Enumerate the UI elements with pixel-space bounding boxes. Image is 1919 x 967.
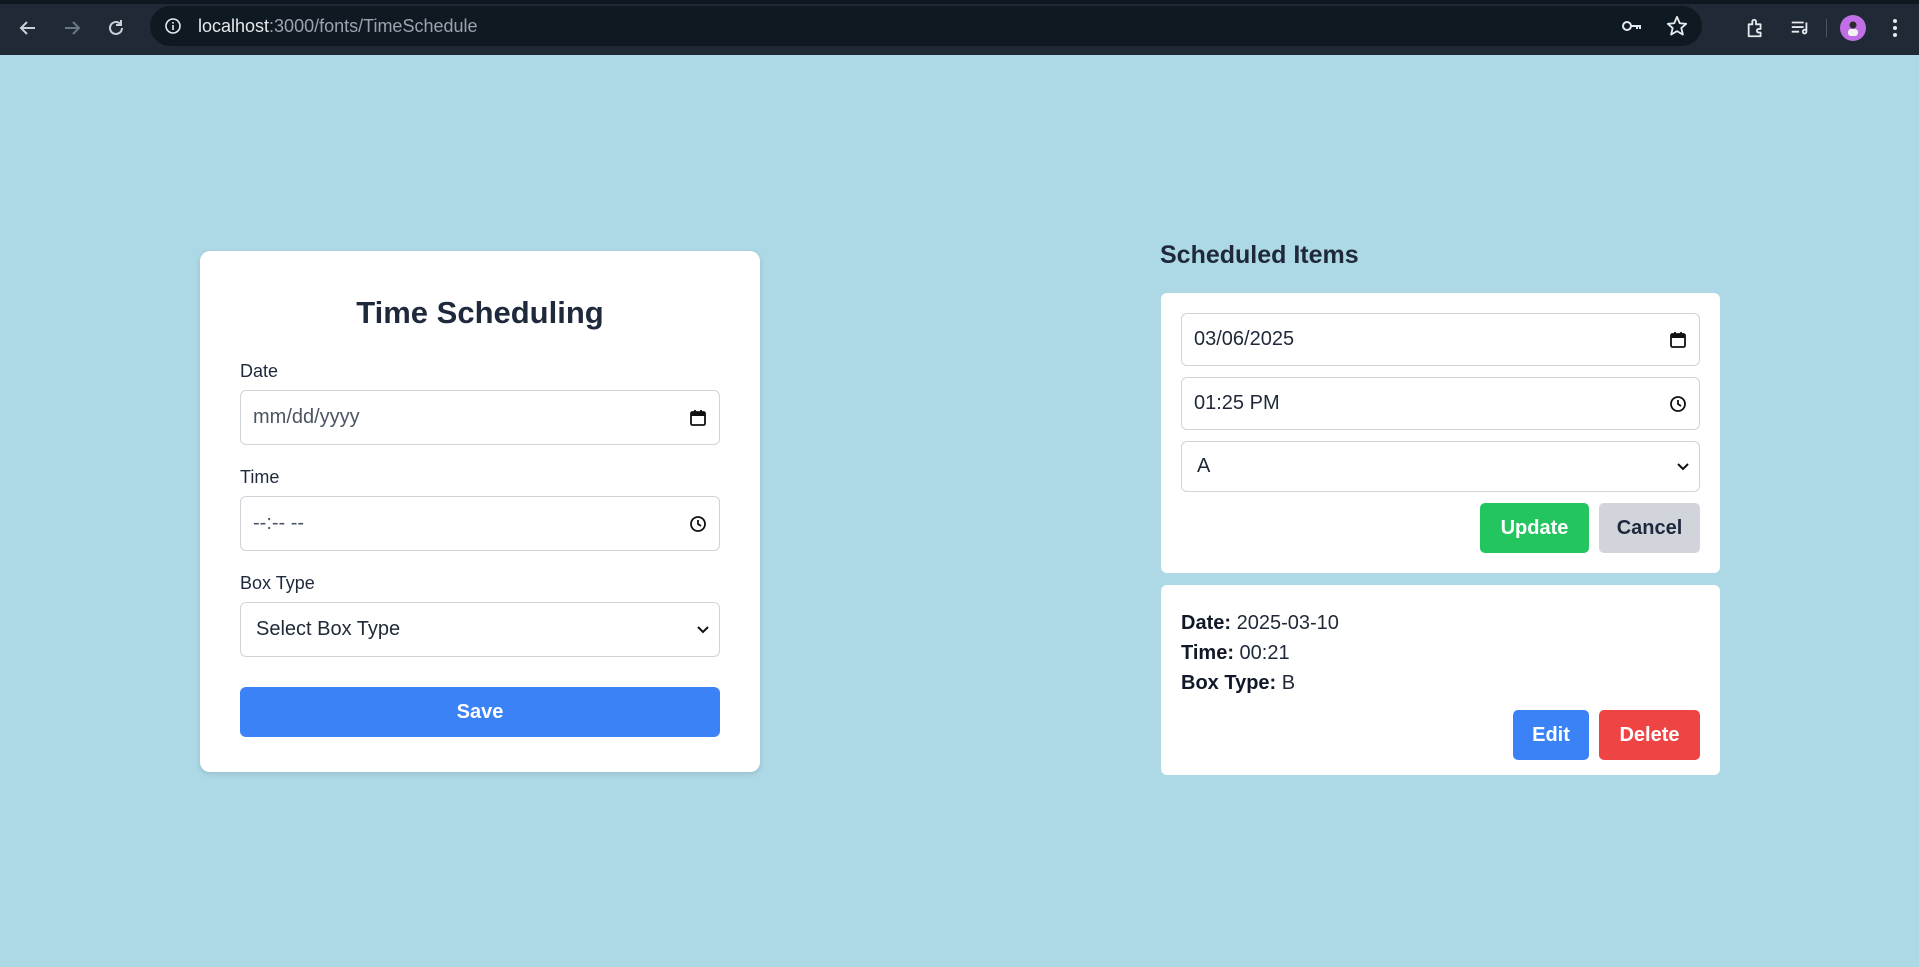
box-type-select[interactable]: Select Box Type — [240, 602, 720, 657]
time-input-value: --:-- -- — [253, 512, 305, 534]
item-date: Date: 2025-03-10 — [1181, 608, 1700, 638]
bookmark-star-icon[interactable] — [1666, 15, 1688, 37]
chevron-down-icon — [697, 625, 709, 634]
item-date-value: 2025-03-10 — [1236, 612, 1339, 634]
item-time-label: Time: — [1181, 642, 1234, 664]
menu-icon[interactable] — [1875, 6, 1915, 50]
extensions-icon[interactable] — [1734, 6, 1778, 50]
item-box-type-value: B — [1281, 672, 1296, 694]
item-box-type-label: Box Type: — [1181, 672, 1277, 694]
url-text: localhost:3000/fonts/TimeSchedule — [198, 16, 478, 37]
url-path: :3000/fonts/TimeSchedule — [269, 15, 478, 36]
item-time: Time: 00:21 — [1181, 638, 1700, 668]
back-icon[interactable] — [6, 6, 50, 50]
edit-time-value: 01:25 PM — [1194, 392, 1280, 414]
edit-box-type-value: A — [1197, 455, 1211, 477]
window-top-edge — [0, 0, 1919, 4]
item-actions: Edit Delete — [1181, 710, 1700, 760]
form-title: Time Scheduling — [356, 295, 604, 330]
toolbar-separator — [1826, 18, 1827, 37]
box-type-select-value: Select Box Type — [256, 618, 401, 640]
profile-avatar[interactable] — [1831, 6, 1875, 50]
edit-date-value: 03/06/2025 — [1194, 328, 1295, 350]
edit-date-input[interactable]: 03/06/2025 — [1181, 313, 1700, 366]
save-button[interactable]: Save — [240, 687, 720, 737]
item-box-type: Box Type: B — [1181, 668, 1700, 698]
date-label: Date — [240, 361, 279, 381]
forward-icon[interactable] — [50, 6, 94, 50]
cancel-button[interactable]: Cancel — [1599, 503, 1700, 553]
edit-box-type-select[interactable]: A — [1181, 441, 1700, 492]
edit-time-input[interactable]: 01:25 PM — [1181, 377, 1700, 430]
clock-icon[interactable] — [1669, 395, 1687, 413]
reload-icon[interactable] — [94, 6, 138, 50]
password-key-icon[interactable] — [1620, 14, 1644, 38]
avatar-icon — [1840, 14, 1866, 41]
browser-toolbar: localhost:3000/fonts/TimeSchedule — [0, 0, 1919, 55]
address-bar[interactable]: localhost:3000/fonts/TimeSchedule — [150, 6, 1702, 46]
time-input[interactable]: --:-- -- — [240, 496, 720, 551]
calendar-icon[interactable] — [1669, 331, 1687, 349]
url-host: localhost — [198, 15, 270, 36]
time-scheduling-card: Time Scheduling Date mm/dd/yyyy Time --:… — [200, 251, 760, 772]
update-button[interactable]: Update — [1480, 503, 1589, 553]
time-label: Time — [240, 467, 280, 487]
box-type-label: Box Type — [240, 573, 315, 593]
item-date-label: Date: — [1181, 612, 1232, 634]
edit-item-card: 03/06/2025 01:25 PM A Update Cancel — [1161, 293, 1720, 573]
media-queue-icon[interactable] — [1778, 6, 1822, 50]
edit-button[interactable]: Edit — [1513, 710, 1589, 760]
date-input[interactable]: mm/dd/yyyy — [240, 390, 720, 445]
date-input-value: mm/dd/yyyy — [253, 406, 360, 428]
chevron-down-icon — [1677, 462, 1689, 471]
info-icon[interactable] — [162, 15, 184, 37]
delete-button[interactable]: Delete — [1599, 710, 1700, 760]
edit-actions: Update Cancel — [1181, 503, 1700, 553]
scheduled-item-card: Date: 2025-03-10 Time: 00:21 Box Type: B… — [1161, 585, 1720, 775]
calendar-icon[interactable] — [689, 409, 707, 427]
scheduled-items-title: Scheduled Items — [1160, 241, 1359, 269]
clock-icon[interactable] — [689, 515, 707, 533]
item-time-value: 00:21 — [1239, 642, 1290, 664]
